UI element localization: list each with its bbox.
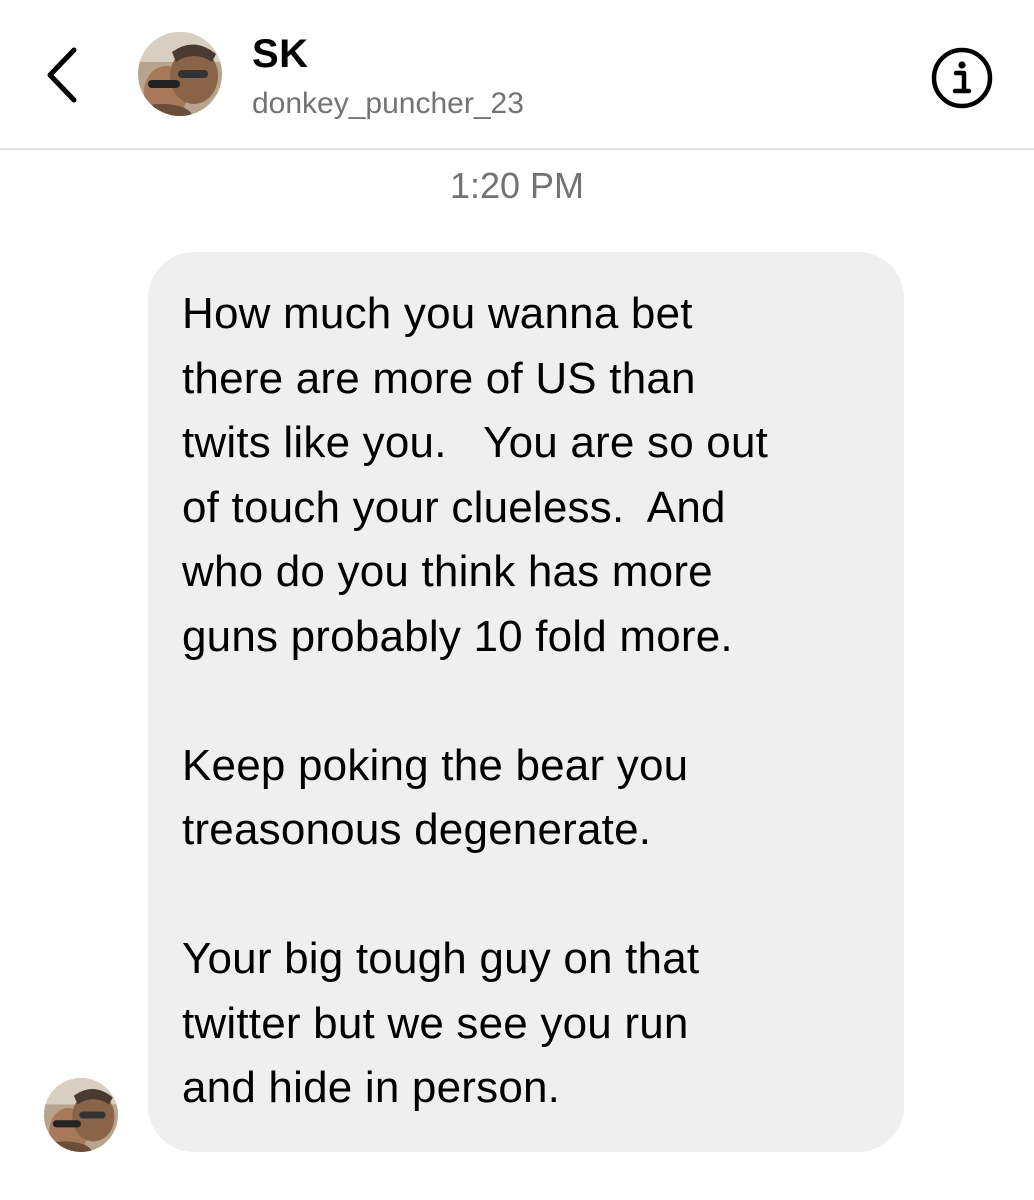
back-button[interactable] xyxy=(38,42,88,108)
message-line: Your big tough guy on that xyxy=(182,934,700,983)
message-paragraph: How much you wanna bet there are more of… xyxy=(182,282,874,669)
sender-avatar[interactable] xyxy=(44,1078,118,1152)
avatar[interactable] xyxy=(138,32,222,116)
message-line: twitter but we see you run xyxy=(182,998,689,1048)
username: donkey_puncher_23 xyxy=(252,87,524,120)
conversation-header: SK donkey_puncher_23 xyxy=(0,0,1034,150)
message-timestamp: 1:20 PM xyxy=(449,165,585,206)
message-line: twits like you. You are so out xyxy=(182,418,769,467)
message-line: guns probably 10 fold more. xyxy=(182,611,733,661)
message-line: treasonous degenerate. xyxy=(182,805,652,854)
profile-photo xyxy=(44,1078,118,1152)
message-line: who do you think has more xyxy=(182,547,713,596)
profile-photo xyxy=(138,32,222,116)
message-line: Keep poking the bear you xyxy=(182,740,689,790)
message-line: and hide in person. xyxy=(182,1063,561,1112)
message-paragraph: Your big tough guy on that twitter but w… xyxy=(182,927,874,1121)
chevron-left-icon xyxy=(47,47,77,103)
message-paragraph: Keep poking the bear you treasonous dege… xyxy=(182,734,874,863)
display-name: SK xyxy=(252,32,309,76)
message-line: How much you wanna bet xyxy=(182,289,693,338)
message-line: of touch your clueless. And xyxy=(182,482,726,532)
message-line: there are more of US than xyxy=(182,353,696,403)
info-circle-icon xyxy=(931,47,993,109)
info-button[interactable] xyxy=(930,46,994,110)
message-bubble[interactable]: How much you wanna bet there are more of… xyxy=(148,252,904,1152)
conversation-title[interactable]: SK donkey_puncher_23 xyxy=(252,30,524,124)
